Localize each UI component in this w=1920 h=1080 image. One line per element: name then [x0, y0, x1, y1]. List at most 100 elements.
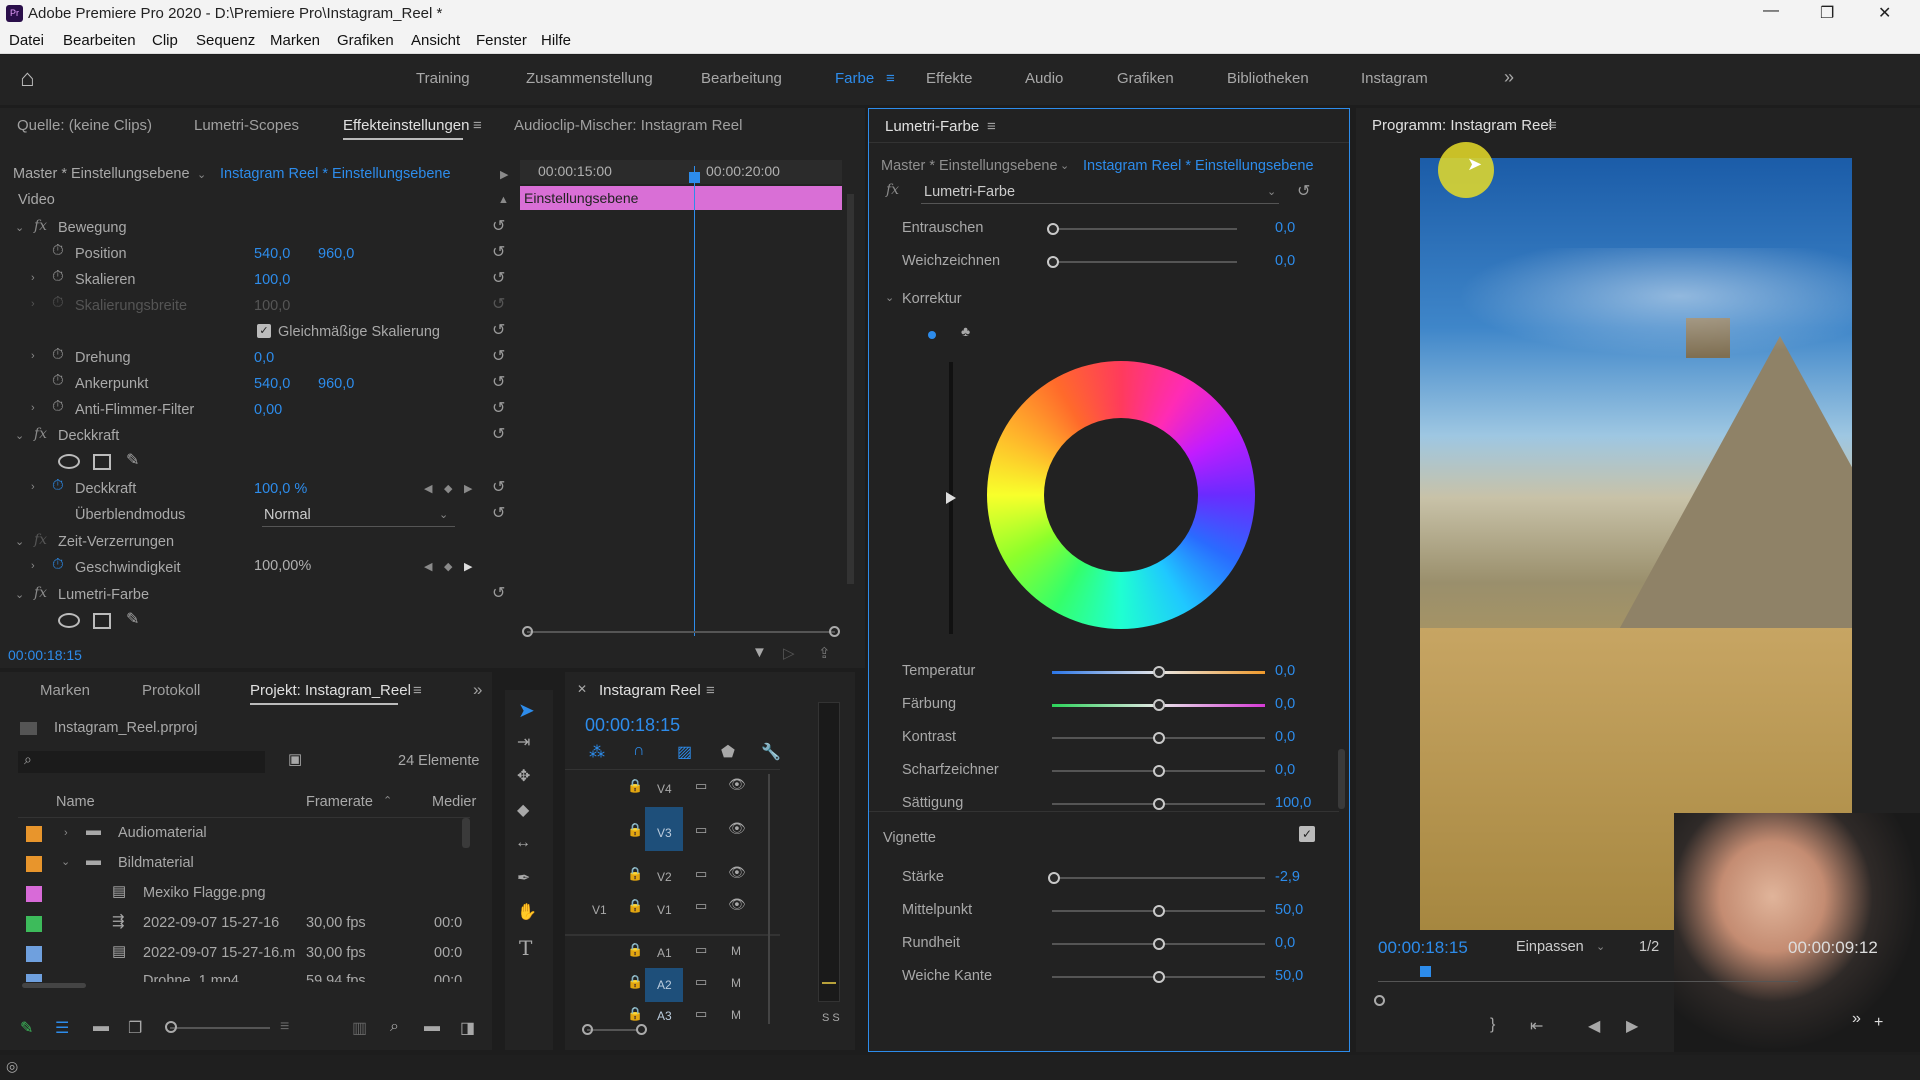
slip-tool-icon[interactable]: ↔ — [515, 834, 531, 852]
zoom-right-handle[interactable] — [829, 626, 840, 637]
opacity-prev-keyframe-icon[interactable]: ◀ — [424, 482, 432, 495]
position-y-value[interactable]: 960,0 — [318, 246, 354, 262]
luminance-knob[interactable] — [946, 492, 956, 504]
workspace-farbe[interactable]: Farbe — [835, 70, 874, 87]
rotation-stopwatch-icon[interactable]: ⏱ — [52, 346, 64, 363]
blur-value[interactable]: 0,0 — [1275, 253, 1295, 269]
sync-lock-icon[interactable]: ▭ — [695, 942, 707, 958]
anchor-reset-icon[interactable]: ↺ — [492, 372, 505, 392]
temperatur-knob[interactable] — [1152, 666, 1165, 678]
program-zoom-left[interactable] — [1374, 995, 1385, 1006]
lumetri-fx-icon[interactable]: fx — [34, 585, 47, 601]
flicker-expand-icon[interactable]: › — [31, 402, 35, 414]
program-more-icon[interactable]: » — [1852, 1010, 1861, 1028]
mute-button[interactable]: M — [731, 1008, 741, 1022]
program-tab[interactable]: Programm: Instagram Reel — [1372, 117, 1552, 134]
eye-icon[interactable]: 👁 — [728, 820, 746, 837]
scharfzeichner-knob[interactable] — [1152, 765, 1165, 777]
zoom-slider-knob[interactable] — [165, 1021, 177, 1033]
table-row[interactable]: › ▬ Audiomaterial — [18, 818, 473, 848]
table-row[interactable]: ▤ Mexiko Flagge.png — [18, 878, 473, 908]
scale-value[interactable]: 100,0 — [254, 272, 290, 288]
färbung-knob[interactable] — [1152, 699, 1165, 711]
maximize-button[interactable]: ❐ — [1820, 3, 1834, 23]
effect-controls-menu-icon[interactable]: ≡ — [473, 117, 482, 134]
table-row[interactable]: Drohne_1.mp4 59,94 fps 00:0 — [18, 968, 473, 982]
button-editor-icon[interactable]: + — [1874, 1014, 1883, 1032]
flicker-reset-icon[interactable]: ↺ — [492, 398, 505, 418]
timeline-tab[interactable]: Instagram Reel — [599, 682, 701, 699]
program-playhead[interactable] — [1420, 966, 1431, 977]
effect-zoom-scrollbar[interactable] — [527, 631, 835, 633]
flicker-value[interactable]: 0,00 — [254, 402, 282, 418]
lumetri-ellipse-mask-icon[interactable] — [58, 613, 80, 628]
workspace-training[interactable]: Training — [416, 70, 470, 87]
lock-icon[interactable]: 🔒 — [627, 778, 643, 794]
writable-pencil-icon[interactable]: ✎ — [20, 1018, 33, 1038]
timeline-zoom-left[interactable] — [582, 1024, 593, 1035]
effect-playhead[interactable] — [694, 166, 695, 636]
tab-effect-controls[interactable]: Effekteinstellungen — [343, 117, 469, 134]
razor-tool-icon[interactable]: ◆ — [517, 800, 529, 820]
mute-button[interactable]: M — [731, 944, 741, 958]
blend-mode-select[interactable]: Normal — [264, 507, 311, 523]
effect-timecode[interactable]: 00:00:18:15 — [8, 647, 82, 663]
blur-knob[interactable] — [1047, 256, 1059, 268]
project-more-icon[interactable]: » — [473, 680, 482, 700]
workspace-audio[interactable]: Audio — [1025, 70, 1063, 87]
timeline-zoom-right[interactable] — [636, 1024, 647, 1035]
sättigung-knob[interactable] — [1152, 798, 1165, 810]
lock-icon[interactable]: 🔒 — [627, 822, 643, 838]
solo-buttons[interactable]: S S — [822, 1012, 840, 1024]
speed-expand-icon[interactable]: › — [31, 560, 35, 572]
sync-lock-icon[interactable]: ▭ — [695, 778, 707, 794]
position-stopwatch-icon[interactable]: ⏱ — [52, 242, 64, 259]
lock-icon[interactable]: 🔒 — [627, 942, 643, 958]
project-search-input[interactable] — [18, 751, 265, 773]
flicker-stopwatch-icon[interactable]: ⏱ — [52, 398, 64, 415]
automate-to-sequence-icon[interactable]: ▥ — [352, 1018, 367, 1038]
snap-icon[interactable]: ∩ — [633, 742, 645, 760]
eye-icon[interactable]: 👁 — [728, 864, 746, 881]
menu-datei[interactable]: Datei — [9, 32, 44, 49]
effect-playhead-handle[interactable] — [689, 172, 700, 183]
lumetri-rectangle-mask-icon[interactable] — [93, 613, 111, 629]
add-marker-icon[interactable]: ⬟ — [721, 742, 735, 762]
position-reset-icon[interactable]: ↺ — [492, 242, 505, 262]
temperatur-value[interactable]: 0,0 — [1275, 663, 1295, 679]
timeline-settings-icon[interactable]: 🔧 — [761, 742, 781, 762]
fit-dropdown-icon[interactable]: ⌄ — [1596, 940, 1605, 953]
lumetri-scrollbar[interactable] — [1338, 749, 1345, 809]
timeline-timecode[interactable]: 00:00:18:15 — [585, 715, 680, 736]
menu-fenster[interactable]: Fenster — [476, 32, 527, 49]
label-color[interactable] — [26, 856, 42, 872]
vignette-rundheit-value[interactable]: 0,0 — [1275, 935, 1295, 951]
scharfzeichner-value[interactable]: 0,0 — [1275, 762, 1295, 778]
correction-collapse-icon[interactable]: ⌄ — [885, 291, 894, 304]
track-select-tool-icon[interactable]: ⇥ — [517, 732, 530, 752]
denoise-knob[interactable] — [1047, 223, 1059, 235]
column-framerate[interactable]: Framerate — [306, 794, 373, 810]
expand-folder-icon[interactable]: › — [64, 827, 68, 839]
workspace-effekte[interactable]: Effekte — [926, 70, 972, 87]
close-timeline-icon[interactable]: ✕ — [577, 682, 587, 696]
workspace-menu-icon[interactable]: ≡ — [886, 70, 895, 87]
vignette-mittelpunkt-knob[interactable] — [1152, 905, 1165, 917]
sync-lock-icon[interactable]: ▭ — [695, 1006, 707, 1022]
opacity-collapse-icon[interactable]: ⌄ — [15, 429, 24, 442]
color-wheel-center[interactable] — [1044, 418, 1198, 572]
lumetri-panel-fx-icon[interactable]: fx — [886, 182, 899, 198]
zoom-slider-track[interactable] — [170, 1027, 270, 1029]
lock-icon[interactable]: 🔒 — [627, 898, 643, 914]
lumetri-master-dropdown-icon[interactable]: ⌄ — [1060, 159, 1069, 172]
go-to-in-icon[interactable]: ⇤ — [1530, 1016, 1543, 1036]
project-menu-icon[interactable]: ≡ — [413, 682, 422, 699]
export-icon[interactable]: ⇪ — [818, 644, 831, 662]
new-folder-icon[interactable]: ▬ — [424, 1018, 440, 1036]
tab-audio-mixer[interactable]: Audioclip-Mischer: Instagram Reel — [514, 117, 742, 134]
master-dropdown-icon[interactable]: ⌄ — [197, 168, 206, 181]
opacity-reset-icon[interactable]: ↺ — [492, 477, 505, 497]
column-name[interactable]: Name — [56, 794, 95, 810]
label-color[interactable] — [26, 916, 42, 932]
tab-history[interactable]: Protokoll — [142, 682, 200, 699]
